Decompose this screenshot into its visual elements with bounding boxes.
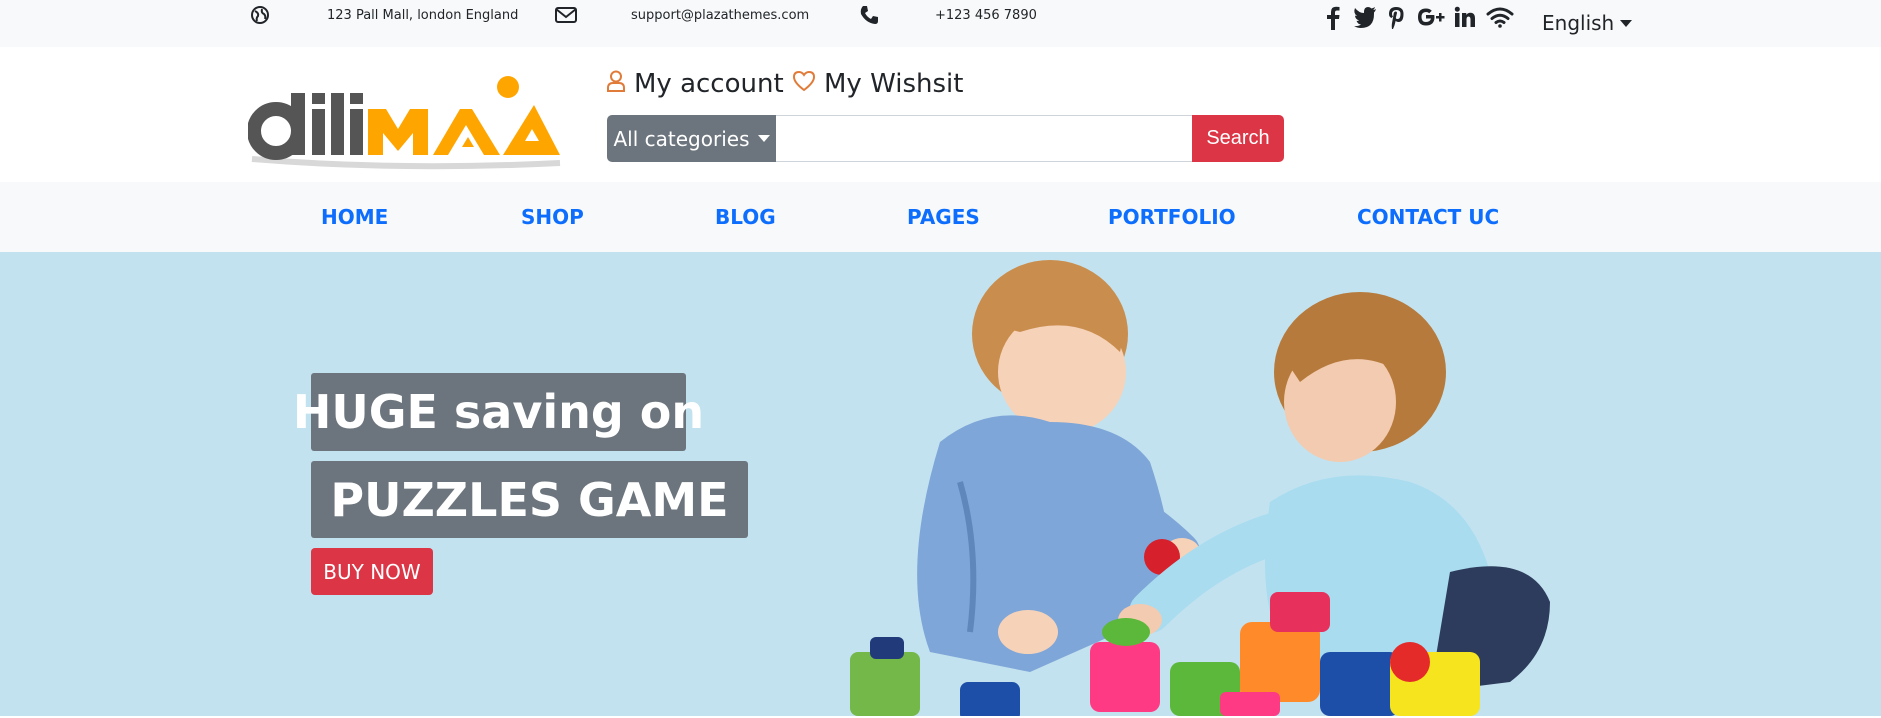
linkedin-icon[interactable] [1454, 6, 1476, 28]
nav-item-blog[interactable]: BLOG [715, 182, 776, 252]
pinterest-icon[interactable] [1387, 6, 1405, 30]
buy-now-button[interactable]: BUY NOW [311, 548, 433, 595]
email-text[interactable]: support@plazathemes.com [631, 0, 809, 30]
search-bar: All categories Search [607, 115, 1284, 162]
email-item [555, 0, 577, 30]
nav-item-home[interactable]: HOME [321, 182, 388, 252]
nav-item-shop[interactable]: SHOP [521, 182, 584, 252]
twitter-icon[interactable] [1353, 6, 1377, 28]
globe-icon [250, 5, 270, 25]
wifi-icon[interactable] [1486, 6, 1514, 28]
chevron-down-icon [1620, 19, 1633, 27]
categories-label: All categories [613, 126, 750, 151]
hero-image-kids-playing [850, 260, 1550, 716]
phone-text[interactable]: +123 456 7890 [935, 0, 1037, 30]
nav-item-pages[interactable]: PAGES [907, 182, 980, 252]
site-logo[interactable] [247, 65, 564, 185]
heart-icon [792, 69, 816, 99]
site-header: My account My Wishsit All categories Sea… [0, 47, 1881, 182]
nav-item-portfolio[interactable]: PORTFOLIO [1108, 182, 1236, 252]
main-nav: HOME SHOP BLOG PAGES PORTFOLIO CONTACT U… [0, 182, 1881, 252]
envelope-icon [555, 6, 577, 24]
hero-banner: HUGE saving on PUZZLES GAME BUY NOW [0, 252, 1881, 716]
hero-headline: HUGE saving on [293, 373, 704, 451]
address-text: 123 Pall Mall, london England [327, 7, 519, 23]
my-wishlist-label: My Wishsit [824, 69, 964, 99]
language-dropdown[interactable]: English [1542, 8, 1633, 38]
phone-item [859, 0, 879, 30]
search-input[interactable] [776, 115, 1192, 162]
facebook-icon[interactable] [1326, 6, 1340, 30]
nav-item-contact[interactable]: CONTACT UC [1357, 182, 1499, 252]
my-wishlist-link[interactable]: My Wishsit [792, 67, 963, 101]
chevron-down-icon [757, 135, 770, 142]
categories-dropdown[interactable]: All categories [607, 115, 776, 162]
google-plus-icon[interactable] [1417, 6, 1445, 28]
hero-subheadline: PUZZLES GAME [311, 461, 748, 538]
address-item [250, 0, 270, 30]
search-button[interactable]: Search [1192, 115, 1284, 162]
my-account-link[interactable]: My account [606, 67, 784, 101]
language-label: English [1542, 11, 1615, 35]
top-bar: 123 Pall Mall, london England support@pl… [0, 0, 1881, 47]
phone-icon [859, 5, 879, 25]
my-account-label: My account [634, 69, 784, 99]
user-icon [606, 69, 626, 100]
